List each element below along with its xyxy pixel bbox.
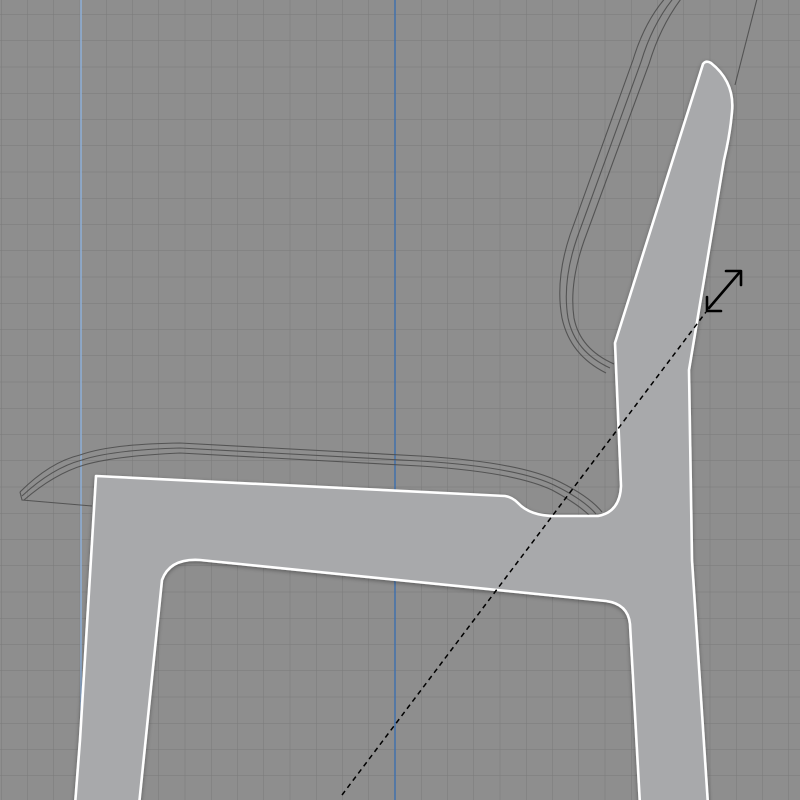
cad-viewport[interactable] — [0, 0, 800, 800]
viewport-canvas[interactable] — [0, 0, 800, 800]
